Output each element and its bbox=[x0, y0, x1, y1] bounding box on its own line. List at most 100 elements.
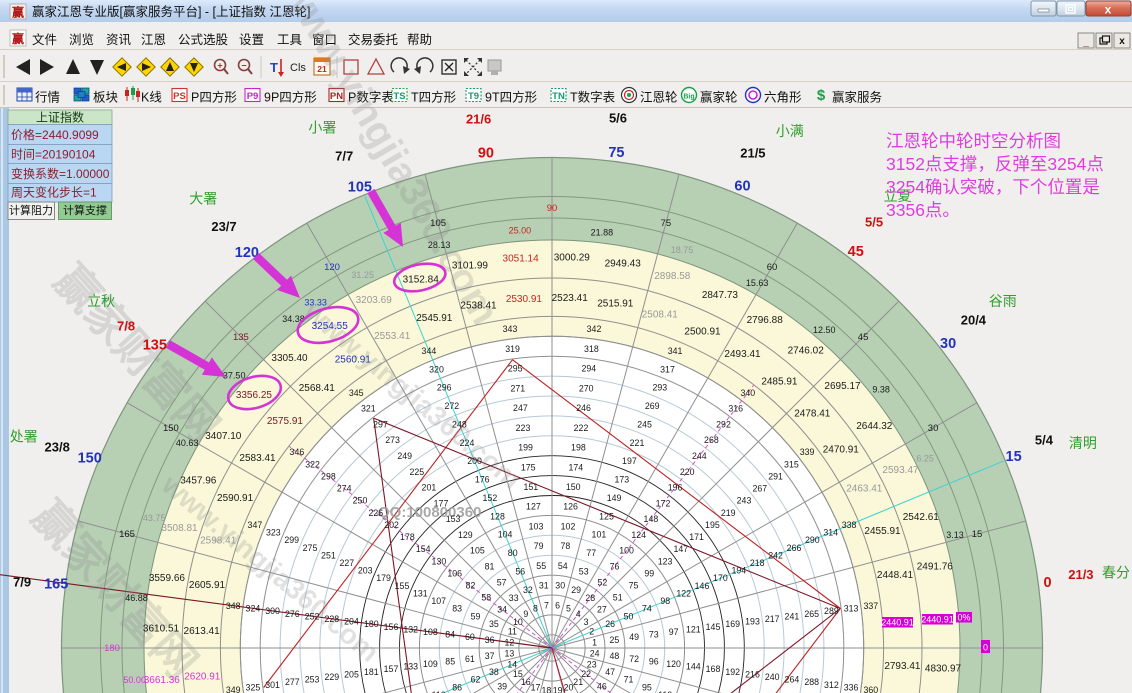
svg-text:2515.91: 2515.91 bbox=[597, 299, 634, 310]
svg-text:33.33: 33.33 bbox=[304, 298, 327, 308]
svg-text:216: 216 bbox=[745, 669, 760, 679]
svg-text:PS: PS bbox=[173, 91, 186, 102]
svg-text:135: 135 bbox=[233, 332, 249, 343]
svg-text:170: 170 bbox=[713, 573, 728, 583]
svg-text:107: 107 bbox=[431, 596, 446, 606]
svg-text:168: 168 bbox=[706, 664, 721, 674]
svg-text:290: 290 bbox=[805, 535, 820, 545]
svg-text:QQ:100800360: QQ:100800360 bbox=[378, 504, 481, 521]
svg-text:47: 47 bbox=[605, 667, 615, 677]
svg-text:270: 270 bbox=[579, 383, 594, 393]
svg-text:299: 299 bbox=[284, 535, 299, 545]
svg-text:360: 360 bbox=[863, 685, 878, 693]
svg-text:57: 57 bbox=[497, 577, 507, 587]
svg-text:178: 178 bbox=[400, 532, 415, 542]
svg-text:3254确认突破，下个位置是: 3254确认突破，下个位置是 bbox=[886, 177, 1100, 197]
svg-text:268: 268 bbox=[704, 435, 719, 445]
svg-text:33: 33 bbox=[509, 593, 519, 603]
svg-text:2644.32: 2644.32 bbox=[856, 421, 893, 432]
svg-text:275: 275 bbox=[303, 543, 318, 553]
svg-text:3661.36: 3661.36 bbox=[144, 675, 181, 686]
svg-text:229: 229 bbox=[324, 672, 339, 682]
svg-text:75: 75 bbox=[608, 145, 624, 161]
svg-text:48: 48 bbox=[610, 651, 620, 661]
svg-text:K线: K线 bbox=[141, 91, 162, 105]
svg-text:2613.41: 2613.41 bbox=[184, 626, 221, 637]
svg-text:144: 144 bbox=[686, 662, 701, 672]
svg-text:15.63: 15.63 bbox=[746, 278, 769, 288]
svg-text:3457.96: 3457.96 bbox=[180, 476, 217, 487]
svg-text:72: 72 bbox=[629, 654, 639, 664]
svg-text:171: 171 bbox=[689, 532, 704, 542]
svg-text:3152.84: 3152.84 bbox=[403, 275, 440, 286]
svg-text:$: $ bbox=[817, 87, 826, 104]
svg-text:146: 146 bbox=[695, 581, 710, 591]
svg-text:文件: 文件 bbox=[32, 32, 57, 47]
svg-text:325: 325 bbox=[246, 682, 261, 692]
svg-text:小署: 小署 bbox=[308, 119, 336, 135]
svg-text:2508.41: 2508.41 bbox=[642, 310, 679, 321]
svg-text:7: 7 bbox=[544, 600, 549, 610]
svg-text:36: 36 bbox=[485, 635, 495, 645]
svg-text:265: 265 bbox=[804, 609, 819, 619]
svg-text:288: 288 bbox=[804, 677, 819, 687]
svg-text:2560.91: 2560.91 bbox=[335, 355, 372, 366]
svg-text:2793.41: 2793.41 bbox=[884, 661, 921, 672]
svg-text:40.63: 40.63 bbox=[176, 438, 199, 448]
svg-text:267: 267 bbox=[752, 484, 767, 494]
svg-text:18.75: 18.75 bbox=[671, 245, 694, 255]
svg-text:150: 150 bbox=[163, 423, 179, 434]
svg-text:321: 321 bbox=[361, 404, 376, 414]
svg-text:120: 120 bbox=[666, 659, 681, 669]
svg-text:3356点。: 3356点。 bbox=[886, 200, 960, 220]
svg-text:224: 224 bbox=[460, 438, 475, 448]
svg-text:301: 301 bbox=[265, 680, 280, 690]
svg-text:19: 19 bbox=[553, 686, 563, 693]
svg-text:345: 345 bbox=[349, 388, 364, 398]
svg-text:18: 18 bbox=[542, 686, 552, 693]
svg-text:202: 202 bbox=[384, 520, 399, 530]
svg-text:219: 219 bbox=[721, 508, 736, 518]
svg-text:21/3: 21/3 bbox=[1068, 567, 1093, 582]
svg-text:75: 75 bbox=[629, 581, 639, 591]
svg-text:4830.97: 4830.97 bbox=[925, 663, 962, 674]
svg-text:2598.41: 2598.41 bbox=[200, 536, 237, 547]
svg-text:102: 102 bbox=[561, 521, 576, 531]
svg-text:323: 323 bbox=[266, 528, 281, 538]
svg-text:204: 204 bbox=[344, 617, 359, 627]
svg-text:TS: TS bbox=[393, 91, 405, 102]
svg-text:312: 312 bbox=[824, 680, 839, 690]
svg-text:Big: Big bbox=[683, 94, 694, 101]
svg-text:297: 297 bbox=[373, 419, 388, 429]
svg-text:52: 52 bbox=[598, 577, 608, 587]
svg-text:_: _ bbox=[1082, 37, 1089, 48]
svg-text:2568.41: 2568.41 bbox=[299, 383, 336, 394]
svg-text:T四方形: T四方形 bbox=[411, 90, 457, 105]
svg-text:51: 51 bbox=[613, 593, 623, 603]
svg-text:2542.61: 2542.61 bbox=[903, 512, 940, 523]
svg-text:60: 60 bbox=[734, 179, 750, 195]
svg-text:立秋: 立秋 bbox=[87, 293, 115, 309]
svg-text:155: 155 bbox=[395, 581, 410, 591]
svg-text:97: 97 bbox=[669, 627, 679, 637]
svg-text:2440.91: 2440.91 bbox=[921, 615, 954, 625]
svg-text:266: 266 bbox=[787, 543, 802, 553]
svg-text:54: 54 bbox=[558, 561, 568, 571]
svg-text:0%: 0% bbox=[957, 613, 970, 623]
svg-text:3051.14: 3051.14 bbox=[503, 253, 540, 264]
svg-text:80: 80 bbox=[508, 548, 518, 558]
svg-text:199: 199 bbox=[518, 443, 533, 453]
svg-text:248: 248 bbox=[452, 419, 467, 429]
svg-text:99: 99 bbox=[644, 568, 654, 578]
svg-text:30: 30 bbox=[928, 423, 939, 434]
svg-text:3407.10: 3407.10 bbox=[205, 431, 242, 442]
svg-text:250: 250 bbox=[353, 496, 368, 506]
svg-text:95: 95 bbox=[642, 682, 652, 692]
svg-text:26: 26 bbox=[605, 619, 615, 629]
svg-text:322: 322 bbox=[305, 459, 320, 469]
svg-text:3305.40: 3305.40 bbox=[271, 353, 308, 364]
svg-text:2500.91: 2500.91 bbox=[684, 327, 721, 338]
svg-text:计算阻力: 计算阻力 bbox=[9, 203, 53, 217]
svg-text:293: 293 bbox=[652, 383, 667, 393]
svg-text:3559.66: 3559.66 bbox=[149, 573, 186, 584]
